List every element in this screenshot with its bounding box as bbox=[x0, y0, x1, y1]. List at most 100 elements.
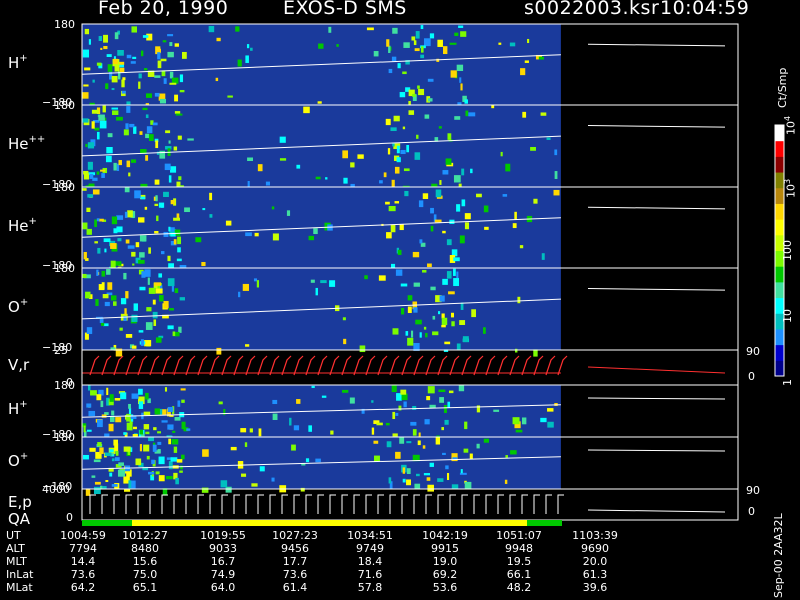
intensity-patch bbox=[519, 245, 524, 249]
intensity-patch bbox=[453, 278, 460, 287]
intensity-patch bbox=[305, 458, 310, 463]
intensity-patch bbox=[157, 441, 162, 445]
intensity-patch bbox=[181, 454, 185, 460]
intensity-patch bbox=[315, 287, 318, 296]
velocity-trace bbox=[545, 355, 556, 376]
intensity-patch bbox=[427, 98, 433, 102]
y-axis-max-tick: 180 bbox=[54, 99, 75, 112]
intensity-patch bbox=[146, 126, 153, 134]
intensity-patch bbox=[101, 322, 105, 326]
intensity-patch bbox=[127, 245, 135, 249]
intensity-patch bbox=[173, 446, 178, 453]
intensity-patch bbox=[240, 428, 247, 433]
intensity-patch bbox=[453, 257, 460, 262]
intensity-patch bbox=[179, 74, 184, 83]
intensity-patch bbox=[311, 385, 315, 389]
intensity-patch bbox=[427, 386, 435, 394]
intensity-patch bbox=[101, 173, 105, 178]
panel-label-superscript: + bbox=[19, 297, 29, 308]
intensity-patch bbox=[114, 32, 119, 40]
intensity-patch bbox=[83, 251, 87, 260]
intensity-patch bbox=[124, 187, 130, 193]
intensity-patch bbox=[148, 247, 151, 254]
table-cell: 73.6 bbox=[282, 568, 308, 581]
y-axis-max-tick: 180 bbox=[54, 431, 75, 444]
intensity-patch bbox=[406, 468, 411, 475]
intensity-patch bbox=[165, 476, 173, 480]
intensity-patch bbox=[115, 116, 123, 121]
intensity-patch bbox=[157, 449, 161, 454]
intensity-patch bbox=[124, 211, 128, 218]
intensity-patch bbox=[399, 437, 405, 444]
colorbar-tick: 103 bbox=[782, 179, 798, 198]
intensity-patch bbox=[520, 68, 526, 76]
intensity-patch bbox=[403, 168, 410, 172]
intensity-patch bbox=[138, 388, 143, 395]
intensity-patch bbox=[138, 401, 144, 409]
table-cell: 17.7 bbox=[282, 555, 308, 568]
intensity-patch bbox=[402, 71, 407, 75]
intensity-patch bbox=[390, 224, 396, 233]
intensity-patch bbox=[167, 325, 174, 330]
intensity-patch bbox=[154, 230, 159, 234]
intensity-patch bbox=[396, 145, 400, 154]
energy-step-trace bbox=[281, 494, 288, 514]
intensity-patch bbox=[445, 465, 449, 470]
intensity-patch bbox=[88, 39, 91, 45]
energy-step-trace bbox=[197, 494, 204, 514]
intensity-patch bbox=[238, 291, 241, 298]
intensity-patch bbox=[476, 193, 482, 198]
intensity-patch bbox=[215, 77, 219, 82]
intensity-patch bbox=[483, 438, 489, 443]
intensity-patch bbox=[417, 85, 420, 89]
intensity-patch bbox=[444, 419, 449, 425]
intensity-patch bbox=[105, 480, 109, 483]
table-row-label: UT bbox=[6, 529, 21, 542]
energy-step-trace bbox=[125, 494, 132, 514]
intensity-patch bbox=[401, 308, 405, 315]
table-cell: 20.0 bbox=[582, 555, 608, 568]
panel-label: E,p bbox=[8, 492, 32, 511]
intensity-patch bbox=[170, 166, 177, 173]
intensity-patch bbox=[126, 106, 131, 113]
colorbar-tick-label: 10 bbox=[781, 309, 794, 324]
intensity-patch bbox=[509, 42, 516, 47]
intensity-patch bbox=[104, 452, 112, 457]
velocity-trace bbox=[341, 355, 352, 376]
panel-label: O+ bbox=[8, 451, 29, 470]
intensity-patch bbox=[201, 487, 209, 493]
intensity-patch bbox=[202, 208, 206, 211]
intensity-patch bbox=[447, 401, 451, 408]
intensity-patch bbox=[443, 46, 448, 55]
intensity-patch bbox=[505, 455, 508, 458]
panel-label-superscript: + bbox=[19, 52, 28, 64]
intensity-patch bbox=[180, 388, 186, 391]
table-cell: 61.3 bbox=[582, 568, 608, 581]
velocity-trace bbox=[485, 355, 496, 376]
y-axis-min-tick: 0 bbox=[66, 511, 73, 524]
energy-step-trace bbox=[557, 494, 564, 514]
intensity-patch bbox=[554, 149, 558, 156]
intensity-patch bbox=[406, 441, 412, 444]
footer-code: Sep-00 2AA32L bbox=[772, 513, 785, 598]
intensity-patch bbox=[447, 133, 452, 140]
intensity-patch bbox=[114, 64, 120, 72]
intensity-patch bbox=[97, 442, 102, 447]
intensity-patch bbox=[373, 440, 379, 444]
intensity-patch bbox=[107, 282, 113, 290]
intensity-patch bbox=[434, 219, 442, 223]
intensity-patch bbox=[152, 311, 158, 319]
colorbar-swatch bbox=[775, 219, 784, 236]
velocity-trace bbox=[509, 355, 520, 376]
intensity-patch bbox=[456, 343, 461, 350]
intensity-patch bbox=[554, 171, 558, 179]
intensity-patch bbox=[383, 172, 387, 178]
intensity-patch bbox=[119, 67, 125, 73]
intensity-patch bbox=[439, 295, 445, 302]
intensity-patch bbox=[422, 445, 426, 449]
intensity-patch bbox=[111, 75, 118, 83]
intensity-patch bbox=[107, 133, 113, 138]
intensity-patch bbox=[153, 319, 157, 327]
intensity-patch bbox=[131, 26, 138, 33]
intensity-patch bbox=[157, 60, 162, 69]
